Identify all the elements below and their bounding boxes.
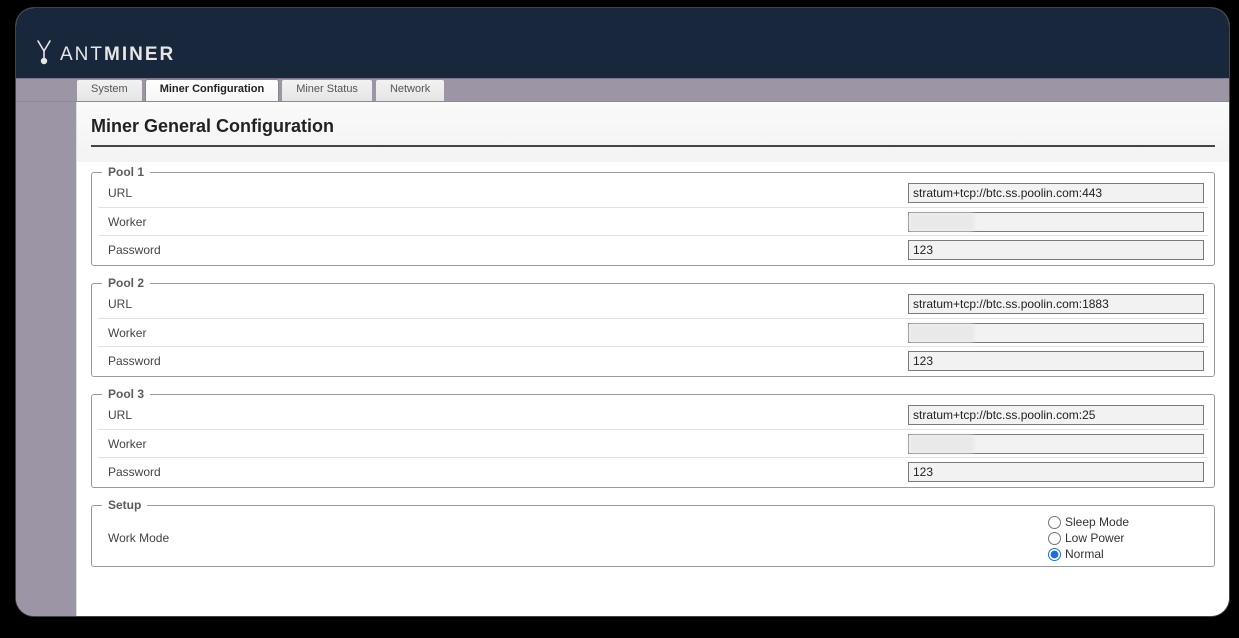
label-password: Password	[98, 243, 278, 257]
label-worker: Worker	[98, 215, 278, 229]
password-input-pool3[interactable]	[908, 462, 1204, 482]
brand-left: ANT	[60, 44, 104, 65]
pool-2-legend: Pool 2	[102, 276, 150, 290]
app-window: ANTMINER SystemMiner ConfigurationMiner …	[16, 8, 1229, 616]
label-url: URL	[98, 297, 278, 311]
redacted-overlay	[909, 435, 973, 453]
row-password-pool2: Password	[98, 346, 1208, 374]
label-workmode: Work Mode	[98, 531, 278, 545]
url-input-pool1[interactable]	[908, 183, 1204, 203]
workmode-options: Sleep ModeLow PowerNormal	[1048, 514, 1208, 562]
left-gutter	[16, 102, 76, 616]
url-input-pool3[interactable]	[908, 405, 1204, 425]
label-url: URL	[98, 408, 278, 422]
label-password: Password	[98, 465, 278, 479]
pool-2-fieldset: Pool 2 URL Worker Password	[91, 276, 1215, 377]
pool-1-fieldset: Pool 1 URL Worker Password	[91, 165, 1215, 266]
row-password-pool3: Password	[98, 457, 1208, 485]
brand-logo: ANTMINER	[34, 39, 175, 78]
workmode-radio-0[interactable]	[1048, 516, 1061, 529]
workmode-option-0[interactable]: Sleep Mode	[1048, 514, 1204, 530]
label-worker: Worker	[98, 437, 278, 451]
label-url: URL	[98, 186, 278, 200]
row-worker-pool2: Worker	[98, 318, 1208, 346]
brand-right: MINER	[104, 44, 175, 65]
row-password-pool1: Password	[98, 235, 1208, 263]
workmode-option-1[interactable]: Low Power	[1048, 530, 1204, 546]
workmode-radio-1[interactable]	[1048, 532, 1061, 545]
tab-miner-config[interactable]: Miner Configuration	[145, 79, 280, 101]
brand-text: ANTMINER	[60, 44, 175, 66]
redacted-overlay	[909, 213, 973, 231]
workmode-label-1: Low Power	[1065, 530, 1124, 546]
pools-container: Pool 1 URL Worker Password Pool 2 URL Worker Pa…	[91, 165, 1215, 488]
row-url-pool1: URL	[98, 179, 1208, 207]
label-worker: Worker	[98, 326, 278, 340]
row-workmode: Work Mode Sleep ModeLow PowerNormal	[98, 512, 1208, 564]
pool-3-fieldset: Pool 3 URL Worker Password	[91, 387, 1215, 488]
workmode-option-2[interactable]: Normal	[1048, 546, 1204, 562]
row-worker-pool1: Worker	[98, 207, 1208, 235]
setup-legend: Setup	[102, 498, 147, 512]
url-input-pool2[interactable]	[908, 294, 1204, 314]
row-url-pool3: URL	[98, 401, 1208, 429]
workmode-label-2: Normal	[1065, 546, 1104, 562]
tab-bar: SystemMiner ConfigurationMiner StatusNet…	[16, 78, 1229, 102]
pool-1-legend: Pool 1	[102, 165, 150, 179]
row-worker-pool3: Worker	[98, 429, 1208, 457]
app-header: ANTMINER	[16, 8, 1229, 78]
tab-system[interactable]: System	[76, 79, 143, 101]
label-password: Password	[98, 354, 278, 368]
setup-fieldset: Setup Work Mode Sleep ModeLow PowerNorma…	[91, 498, 1215, 567]
redacted-overlay	[909, 324, 973, 342]
ant-icon	[34, 39, 54, 70]
workmode-label-0: Sleep Mode	[1065, 514, 1129, 530]
workmode-radio-2[interactable]	[1048, 548, 1061, 561]
tab-miner-status[interactable]: Miner Status	[281, 79, 373, 101]
tab-network[interactable]: Network	[375, 79, 445, 101]
row-url-pool2: URL	[98, 290, 1208, 318]
pool-3-legend: Pool 3	[102, 387, 150, 401]
page-title: Miner General Configuration	[91, 116, 1215, 147]
password-input-pool1[interactable]	[908, 240, 1204, 260]
password-input-pool2[interactable]	[908, 351, 1204, 371]
content-area: Miner General Configuration Pool 1 URL Wor…	[76, 102, 1229, 616]
page-body: Miner General Configuration Pool 1 URL Wor…	[16, 102, 1229, 616]
